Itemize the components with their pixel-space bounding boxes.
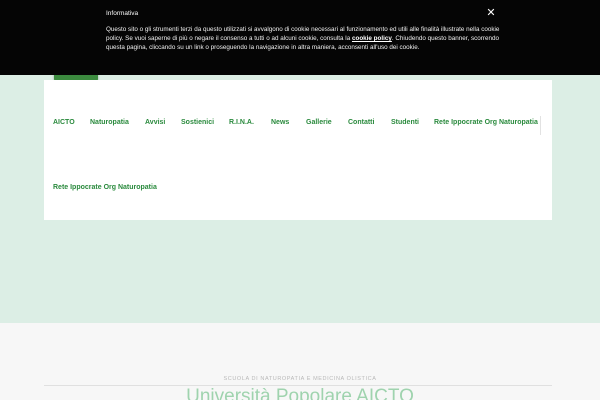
nav-item-rete-ippocrate[interactable]: Rete Ippocrate Org Naturopatia: [434, 119, 538, 126]
main-navigation: [44, 80, 552, 220]
nav-item-rina[interactable]: R.I.N.A.: [229, 119, 254, 126]
nav-item-gallerie[interactable]: Gallerie: [306, 119, 332, 126]
cookie-banner-text: Questo sito o gli strumenti terzi da que…: [106, 25, 506, 53]
nav-item-studenti[interactable]: Studenti: [391, 119, 419, 126]
close-icon[interactable]: ✕: [485, 7, 497, 19]
nav-item-rete-ippocrate-second[interactable]: Rete Ippocrate Org Naturopatia: [53, 184, 157, 191]
nav-item-news[interactable]: News: [271, 119, 289, 126]
cookie-banner: Informativa Questo sito o gli strumenti …: [0, 0, 600, 75]
nav-item-naturopatia[interactable]: Naturopatia: [90, 119, 129, 126]
school-tagline: SCUOLA DI NATUROPATIA E MEDICINA OLISTIC…: [223, 376, 377, 382]
nav-item-aicto[interactable]: AICTO: [53, 119, 75, 126]
nav-item-contatti[interactable]: Contatti: [348, 119, 374, 126]
cookie-policy-link[interactable]: cookie policy: [352, 35, 392, 42]
school-title: Università Popolare AICTO: [186, 386, 414, 400]
nav-item-avvisi[interactable]: Avvisi: [145, 119, 165, 126]
nav-item-sostienici[interactable]: Sostienici: [181, 119, 214, 126]
nav-separator: [540, 116, 541, 135]
cookie-banner-title: Informativa: [106, 10, 139, 17]
